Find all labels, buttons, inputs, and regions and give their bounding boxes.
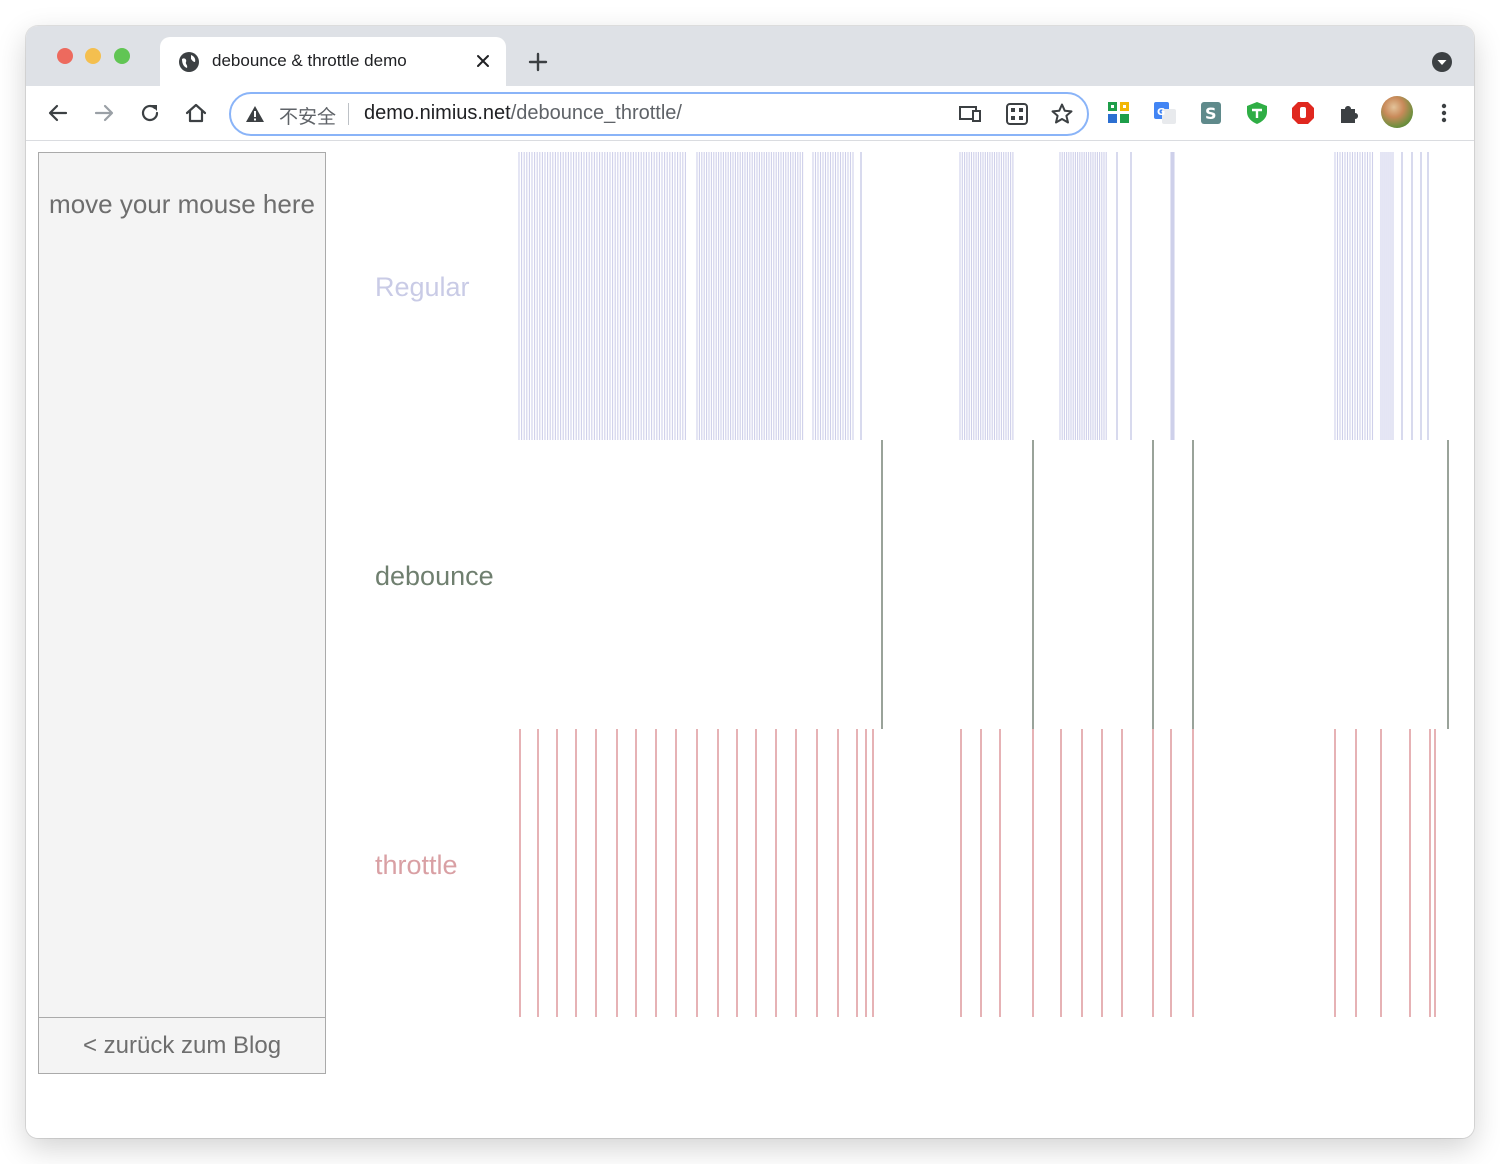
extension-s-icon[interactable]: S — [1198, 100, 1224, 126]
bookmark-star-icon[interactable] — [1050, 102, 1074, 126]
browser-window: debounce & throttle demo 不安全 demo.nimius… — [26, 26, 1474, 1138]
new-tab-plus-icon[interactable] — [526, 50, 550, 74]
cast-device-icon[interactable] — [958, 102, 982, 126]
stop-hand-icon[interactable] — [1290, 100, 1316, 126]
google-translate-icon[interactable]: G — [1152, 100, 1178, 126]
close-window-button[interactable] — [57, 48, 73, 64]
extension-qr-grid-icon[interactable] — [1106, 100, 1132, 126]
svg-text:G: G — [1157, 107, 1165, 118]
zoom-window-button[interactable] — [114, 48, 130, 64]
address-bar[interactable]: 不安全 demo.nimius.net/debounce_throttle/ — [229, 92, 1089, 136]
page-content: move your mouse here < zurück zum Blog R… — [26, 141, 1474, 1138]
omnibox-divider — [348, 103, 349, 125]
svg-text:S: S — [1205, 104, 1217, 123]
warning-triangle-icon[interactable] — [245, 104, 265, 124]
active-tab[interactable]: debounce & throttle demo — [160, 37, 506, 86]
globe-icon — [179, 52, 199, 72]
home-icon[interactable] — [183, 100, 209, 126]
url-path: /debounce_throttle/ — [510, 102, 682, 124]
minimize-window-button[interactable] — [85, 48, 101, 64]
qr-code-icon[interactable] — [1005, 102, 1029, 126]
url-host: demo.nimius.net — [364, 102, 511, 124]
more-menu-icon[interactable] — [1431, 100, 1457, 126]
tab-search-chevron-icon[interactable] — [1430, 50, 1454, 74]
tab-strip: debounce & throttle demo — [26, 26, 1474, 86]
security-status-label[interactable]: 不安全 — [279, 102, 336, 129]
browser-toolbar: 不安全 demo.nimius.net/debounce_throttle/ G… — [26, 86, 1474, 141]
shield-extension-icon[interactable] — [1244, 100, 1270, 126]
reload-icon[interactable] — [137, 100, 163, 126]
url-text[interactable]: demo.nimius.net/debounce_throttle/ — [364, 102, 682, 125]
puzzle-extensions-icon[interactable] — [1336, 100, 1362, 126]
close-tab-icon[interactable] — [472, 50, 494, 72]
tab-title: debounce & throttle demo — [212, 51, 407, 70]
back-arrow-icon[interactable] — [45, 100, 71, 126]
profile-avatar[interactable] — [1381, 96, 1413, 128]
event-visualization — [518, 152, 1449, 1017]
forward-arrow-icon[interactable] — [91, 100, 117, 126]
